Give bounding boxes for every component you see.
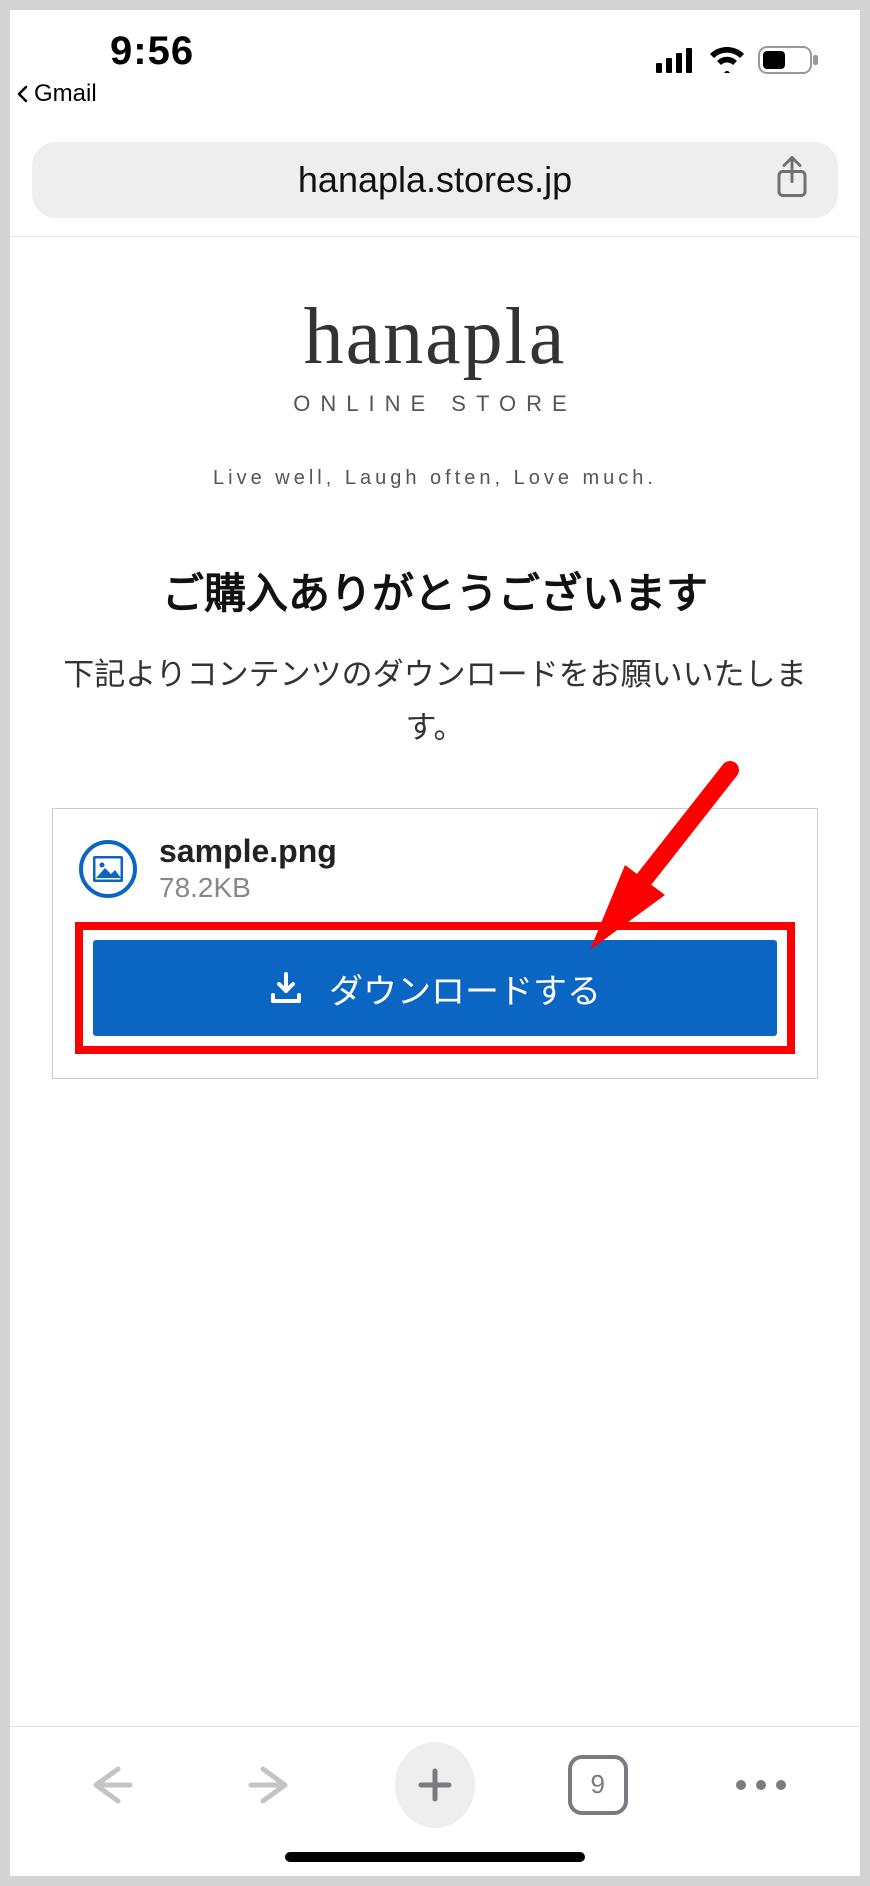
cellular-icon: [656, 47, 696, 73]
share-icon: [772, 154, 812, 202]
download-button[interactable]: ダウンロードする: [93, 940, 777, 1036]
wifi-icon: [708, 47, 746, 73]
page-subtitle: 下記よりコンテンツのダウンロードをお願いいたします。: [30, 649, 840, 754]
status-bar: 9:56: [10, 10, 860, 80]
back-to-app[interactable]: Gmail: [10, 80, 860, 112]
tabs-count: 9: [591, 1769, 605, 1800]
plus-icon: [415, 1765, 455, 1805]
battery-icon: [758, 46, 820, 74]
store-logo: hanapla ONLINE STORE Live well, Laugh of…: [30, 297, 840, 490]
logo-subtitle: ONLINE STORE: [30, 391, 840, 417]
address-bar[interactable]: hanapla.stores.jp: [32, 142, 838, 218]
forward-button[interactable]: [232, 1745, 312, 1825]
logo-tagline: Live well, Laugh often, Love much.: [30, 467, 840, 490]
menu-button[interactable]: [721, 1745, 801, 1825]
status-time: 9:56: [50, 29, 194, 74]
back-app-label: Gmail: [34, 80, 97, 108]
download-button-label: ダウンロードする: [329, 964, 601, 1013]
annotation-highlight: ダウンロードする: [75, 922, 795, 1054]
image-file-icon: [79, 840, 137, 898]
tabs-button[interactable]: 9: [558, 1745, 638, 1825]
address-bar-text: hanapla.stores.jp: [298, 159, 572, 201]
file-size: 78.2KB: [159, 872, 337, 904]
home-indicator[interactable]: [285, 1852, 585, 1862]
share-button[interactable]: [772, 154, 812, 207]
arrow-left-icon: [82, 1763, 136, 1807]
page-title: ご購入ありがとうございます: [30, 560, 840, 621]
arrow-right-icon: [245, 1763, 299, 1807]
file-row: sample.png 78.2KB: [75, 833, 795, 904]
download-icon: [269, 971, 303, 1005]
more-icon: [736, 1780, 786, 1790]
page-content: hanapla ONLINE STORE Live well, Laugh of…: [10, 237, 860, 1726]
new-tab-button[interactable]: [395, 1745, 475, 1825]
logo-script-text: hanapla: [30, 297, 840, 377]
status-icons: [656, 46, 820, 74]
back-button[interactable]: [69, 1745, 149, 1825]
back-caret-icon: [14, 85, 32, 103]
download-card: sample.png 78.2KB ダウンロードする: [52, 808, 818, 1079]
file-name: sample.png: [159, 833, 337, 870]
